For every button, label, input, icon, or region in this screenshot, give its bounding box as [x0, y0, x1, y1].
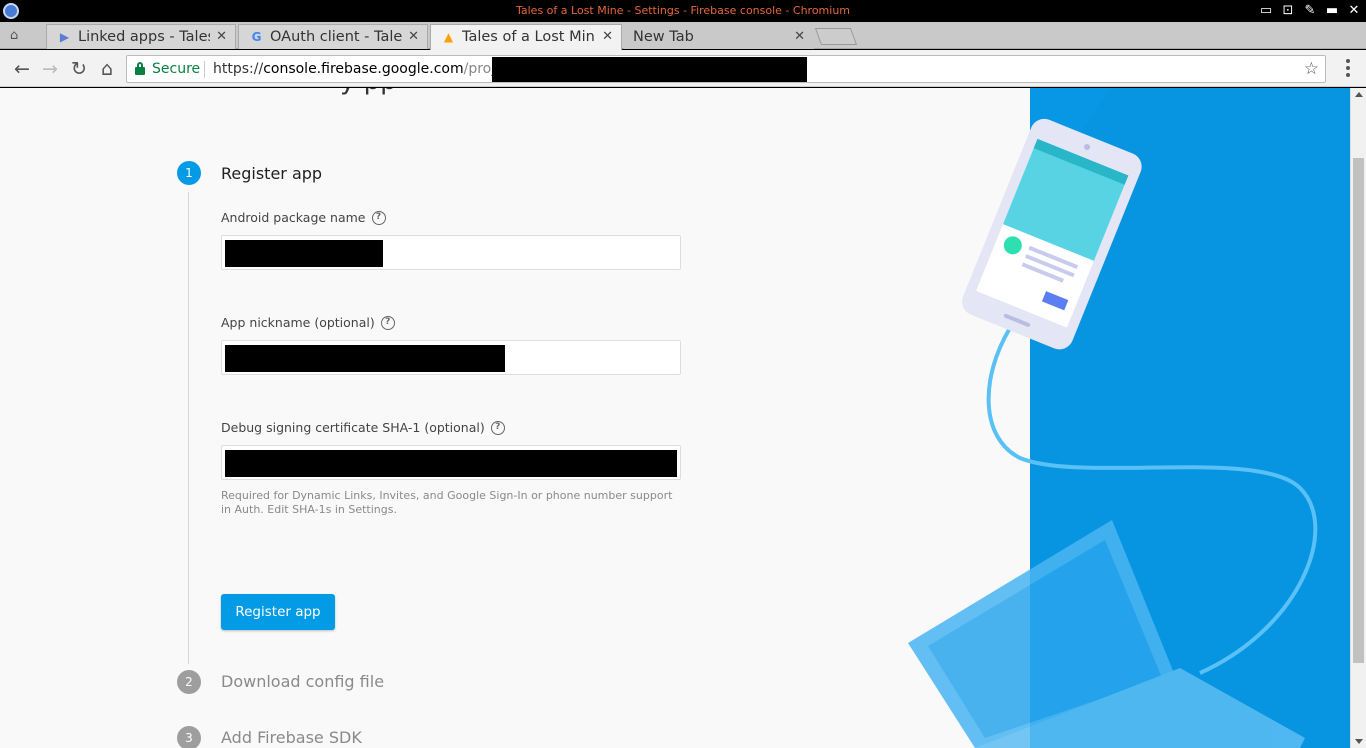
redacted-block: [492, 57, 807, 82]
url-host: console.firebase.google.com: [263, 61, 464, 77]
window-controls: ▭ ⊡ ✎ ▬ ✕: [1258, 3, 1362, 19]
close-tab-icon[interactable]: ✕: [794, 29, 805, 44]
tab-label: Tales of a Lost Mine: [462, 29, 595, 45]
tab-oauth-client[interactable]: G OAuth client - Tales ✕: [238, 24, 428, 49]
reload-icon[interactable]: ↻: [68, 58, 90, 80]
page-scrollbar[interactable]: [1350, 88, 1366, 748]
scroll-down-icon[interactable]: [1355, 739, 1363, 744]
scroll-up-icon[interactable]: [1355, 92, 1363, 97]
bookmark-star-icon[interactable]: ☆: [1304, 59, 1319, 79]
tab-strip: ⌂ ▶ Linked apps - Tales ✕ G OAuth client…: [0, 22, 1366, 50]
android-illustration: [908, 88, 1350, 748]
window-titlebar: Tales of a Lost Mine - Settings - Fireba…: [0, 0, 1366, 22]
menu-icon[interactable]: [1346, 59, 1350, 77]
tab-firebase-console[interactable]: ▲ Tales of a Lost Mine ✕: [430, 24, 622, 50]
address-bar[interactable]: Secure https://console.firebase.google.c…: [126, 55, 1326, 83]
pin-icon[interactable]: ✎: [1302, 3, 1318, 19]
close-tab-icon[interactable]: ✕: [408, 29, 419, 44]
tab-label: Linked apps - Tales: [78, 29, 210, 45]
tab-new-tab[interactable]: New Tab ✕: [624, 24, 814, 49]
secure-label: Secure: [152, 61, 201, 77]
forward-icon[interactable]: →: [39, 58, 61, 80]
tab-linked-apps[interactable]: ▶ Linked apps - Tales ✕: [46, 24, 236, 49]
profile-icon[interactable]: ⌂: [10, 28, 32, 44]
close-window-icon[interactable]: ✕: [1346, 3, 1362, 19]
tab-label: New Tab: [633, 29, 694, 45]
tab-label: OAuth client - Tales: [270, 29, 402, 45]
browser-toolbar: ← → ↻ ⌂ Secure https://console.firebase.…: [0, 50, 1366, 87]
omnibox-divider: [204, 61, 205, 78]
maximize-icon[interactable]: ⊡: [1280, 3, 1296, 19]
home-icon[interactable]: ⌂: [96, 58, 118, 80]
close-tab-icon[interactable]: ✕: [216, 29, 227, 44]
close-tab-icon[interactable]: ✕: [602, 29, 613, 44]
minimize-icon[interactable]: ▬: [1324, 3, 1340, 19]
google-g-icon: G: [251, 30, 262, 44]
url-scheme: https://: [213, 61, 264, 77]
back-icon[interactable]: ←: [11, 58, 33, 80]
restore-icon[interactable]: ▭: [1258, 3, 1274, 19]
scrollbar-thumb[interactable]: [1353, 158, 1364, 663]
url-text: https://console.firebase.google.com/proj…: [213, 61, 517, 77]
new-tab-button[interactable]: [814, 28, 858, 45]
lock-icon: [135, 62, 145, 75]
window-title: Tales of a Lost Mine - Settings - Fireba…: [515, 4, 851, 17]
firebase-flame-icon: ▲: [443, 30, 454, 44]
page-viewport: y pp 1 Register app Android package name…: [0, 88, 1366, 748]
play-console-icon: ▶: [59, 30, 70, 44]
